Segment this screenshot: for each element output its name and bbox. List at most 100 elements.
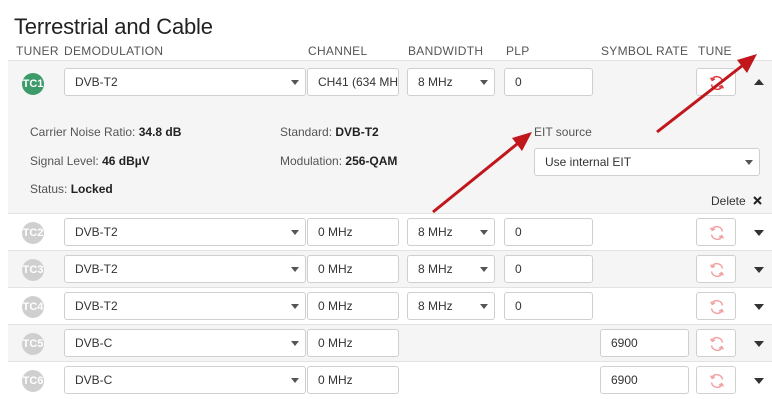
standard-value: DVB-T2 xyxy=(335,125,379,139)
chevron-down-icon xyxy=(480,230,488,235)
tune-button-tc1[interactable] xyxy=(696,68,736,96)
close-icon xyxy=(753,196,762,205)
tuner-badge-tc2: TC2 xyxy=(22,222,44,244)
col-header-channel: CHANNEL xyxy=(308,44,368,58)
tune-button-tc4[interactable] xyxy=(696,292,736,320)
tuner-row-tc5: TC5 DVB-C 0 MHz 6900 xyxy=(8,324,772,362)
plp-input-tc1[interactable]: 0 xyxy=(504,68,593,96)
demodulation-select-tc3[interactable]: DVB-T2 xyxy=(64,255,306,283)
symbol-rate-input-tc5[interactable]: 6900 xyxy=(600,329,689,357)
bandwidth-value: 8 MHz xyxy=(418,262,453,276)
demodulation-select-tc5[interactable]: DVB-C xyxy=(64,329,306,357)
tuner-row-tc3: TC3 DVB-T2 0 MHz 8 MHz 0 xyxy=(8,250,772,288)
plp-input-tc4[interactable]: 0 xyxy=(504,292,593,320)
expand-toggle-tc5[interactable] xyxy=(754,341,764,347)
chevron-down-icon xyxy=(291,267,299,272)
channel-input-tc3[interactable]: 0 MHz xyxy=(307,255,399,283)
tune-button-tc3[interactable] xyxy=(696,255,736,283)
status-label: Status: xyxy=(30,182,68,196)
chevron-down-icon xyxy=(291,378,299,383)
plp-input-tc2[interactable]: 0 xyxy=(504,218,593,246)
expand-toggle-tc4[interactable] xyxy=(754,304,764,310)
channel-input-tc1[interactable]: CH41 (634 MHz) xyxy=(307,68,399,96)
col-header-tuner: TUNER xyxy=(16,44,59,58)
refresh-icon xyxy=(709,262,725,278)
demodulation-value: DVB-T2 xyxy=(75,225,118,239)
demodulation-value: DVB-T2 xyxy=(75,75,118,89)
demodulation-value: DVB-T2 xyxy=(75,299,118,313)
standard-label: Standard: xyxy=(280,125,333,139)
demodulation-select-tc4[interactable]: DVB-T2 xyxy=(64,292,306,320)
tune-button-tc5[interactable] xyxy=(696,329,736,357)
signal-label: Signal Level: xyxy=(30,154,99,168)
symbol-rate-input-tc6[interactable]: 6900 xyxy=(600,366,689,394)
demodulation-select-tc2[interactable]: DVB-T2 xyxy=(64,218,306,246)
chevron-down-icon xyxy=(480,304,488,309)
col-header-tune: TUNE xyxy=(698,44,732,58)
refresh-icon xyxy=(709,299,725,315)
eit-source-label: EIT source xyxy=(534,125,592,139)
tuner-row-tc6: TC6 DVB-C 0 MHz 6900 xyxy=(8,361,772,399)
channel-input-tc5[interactable]: 0 MHz xyxy=(307,329,399,357)
channel-input-tc6[interactable]: 0 MHz xyxy=(307,366,399,394)
tuner-badge-tc3: TC3 xyxy=(22,259,44,281)
demodulation-value: DVB-C xyxy=(75,336,113,350)
expand-toggle-tc6[interactable] xyxy=(754,378,764,384)
tuner-row-tc4: TC4 DVB-T2 0 MHz 8 MHz 0 xyxy=(8,287,772,325)
eit-source-select[interactable]: Use internal EIT xyxy=(534,148,760,176)
plp-input-tc3[interactable]: 0 xyxy=(504,255,593,283)
tune-button-tc6[interactable] xyxy=(696,366,736,394)
cnr-detail: Carrier Noise Ratio: 34.8 dB xyxy=(30,125,181,139)
chevron-down-icon xyxy=(291,304,299,309)
demodulation-select-tc6[interactable]: DVB-C xyxy=(64,366,306,394)
bandwidth-select-tc3[interactable]: 8 MHz xyxy=(407,255,495,283)
tuner-badge-tc5: TC5 xyxy=(22,333,44,355)
cnr-label: Carrier Noise Ratio: xyxy=(30,125,136,139)
signal-value: 46 dBµV xyxy=(102,154,150,168)
page-title: Terrestrial and Cable xyxy=(14,14,213,39)
bandwidth-value: 8 MHz xyxy=(418,225,453,239)
modulation-detail: Modulation: 256-QAM xyxy=(280,154,397,168)
delete-button[interactable]: Delete xyxy=(711,194,762,208)
chevron-down-icon xyxy=(480,80,488,85)
bandwidth-value: 8 MHz xyxy=(418,299,453,313)
chevron-down-icon xyxy=(291,230,299,235)
demodulation-value: DVB-T2 xyxy=(75,262,118,276)
modulation-label: Modulation: xyxy=(280,154,343,168)
modulation-value: 256-QAM xyxy=(345,154,398,168)
demodulation-value: DVB-C xyxy=(75,373,113,387)
refresh-icon xyxy=(709,225,725,241)
demodulation-select-tc1[interactable]: DVB-T2 xyxy=(64,68,306,96)
expand-toggle-tc2[interactable] xyxy=(754,230,764,236)
chevron-down-icon xyxy=(291,80,299,85)
chevron-down-icon xyxy=(745,160,753,165)
status-value: Locked xyxy=(70,182,113,196)
bandwidth-select-tc1[interactable]: 8 MHz xyxy=(407,68,495,96)
col-header-bandwidth: BANDWIDTH xyxy=(408,44,484,58)
signal-level-detail: Signal Level: 46 dBµV xyxy=(30,154,150,168)
channel-input-tc2[interactable]: 0 MHz xyxy=(307,218,399,246)
tuner-badge-tc1: TC1 xyxy=(22,73,44,95)
refresh-icon xyxy=(709,336,725,352)
tuner-badge-tc4: TC4 xyxy=(22,296,44,318)
col-header-plp: PLP xyxy=(506,44,530,58)
bandwidth-select-tc4[interactable]: 8 MHz xyxy=(407,292,495,320)
eit-source-value: Use internal EIT xyxy=(545,155,632,169)
cnr-value: 34.8 dB xyxy=(138,125,182,139)
expand-toggle-tc3[interactable] xyxy=(754,267,764,273)
tuner-row-tc2: TC2 DVB-T2 0 MHz 8 MHz 0 xyxy=(8,213,772,251)
tuner-badge-tc6: TC6 xyxy=(22,370,44,392)
tune-button-tc2[interactable] xyxy=(696,218,736,246)
chevron-down-icon xyxy=(291,341,299,346)
collapse-toggle-tc1[interactable] xyxy=(754,79,764,85)
bandwidth-select-tc2[interactable]: 8 MHz xyxy=(407,218,495,246)
status-detail: Status: Locked xyxy=(30,182,113,196)
refresh-icon xyxy=(709,75,725,91)
bandwidth-value: 8 MHz xyxy=(418,75,453,89)
tuner-row-tc1: TC1 DVB-T2 CH41 (634 MHz) 8 MHz 0 Carrie… xyxy=(8,60,772,214)
channel-input-tc4[interactable]: 0 MHz xyxy=(307,292,399,320)
col-header-symbol-rate: SYMBOL RATE xyxy=(601,44,689,58)
chevron-down-icon xyxy=(480,267,488,272)
refresh-icon xyxy=(709,373,725,389)
col-header-demodulation: DEMODULATION xyxy=(64,44,164,58)
